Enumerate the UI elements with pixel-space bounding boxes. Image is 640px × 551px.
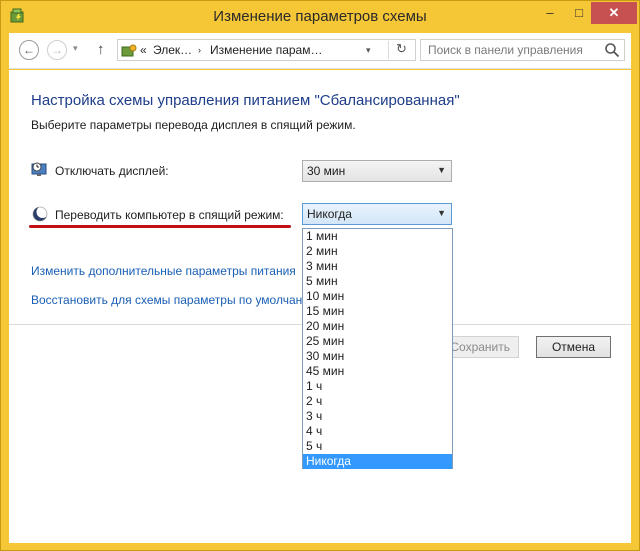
sleep-label: Переводить компьютер в спящий режим: <box>55 208 284 222</box>
navigation-bar: ← → ▾ ↑ « Элек… › Изменение парам… ▾ ↻ П… <box>9 33 631 69</box>
page-title: Настройка схемы управления питанием "Сба… <box>31 92 460 109</box>
chevron-down-icon: ▼ <box>437 208 446 218</box>
sleep-option[interactable]: 30 мин <box>303 349 452 364</box>
monitor-clock-icon <box>31 162 47 176</box>
sleep-option[interactable]: 5 мин <box>303 274 452 289</box>
back-button[interactable]: ← <box>19 40 39 60</box>
minimize-button[interactable]: – <box>535 2 565 24</box>
chevron-down-icon: ▼ <box>437 165 446 175</box>
sleep-options-list[interactable]: 1 мин 2 мин 3 мин 5 мин 10 мин 15 мин 20 мин 25… <box>302 228 453 469</box>
restore-defaults-link[interactable]: Восстановить для схемы параметры по умол… <box>31 293 318 307</box>
breadcrumb-item-current[interactable]: Изменение парам… <box>210 43 322 57</box>
display-off-select[interactable]: 30 мин ▼ <box>302 160 452 182</box>
search-icon[interactable] <box>604 42 620 58</box>
sleep-option[interactable]: 2 мин <box>303 244 452 259</box>
address-bar[interactable]: « Элек… › Изменение парам… ▾ ↻ <box>117 39 416 61</box>
sleep-option[interactable]: 4 ч <box>303 424 452 439</box>
highlight-underline <box>29 225 291 228</box>
sleep-value: Никогда <box>307 207 352 221</box>
sleep-option[interactable]: 10 мин <box>303 289 452 304</box>
sleep-option[interactable]: Никогда <box>303 454 452 469</box>
breadcrumb-overflow[interactable]: « <box>140 43 147 57</box>
display-off-label: Отключать дисплей: <box>55 164 169 178</box>
display-off-value: 30 мин <box>307 164 346 178</box>
search-input[interactable]: Поиск в панели управления <box>428 43 583 57</box>
sleep-option[interactable]: 15 мин <box>303 304 452 319</box>
sleep-option[interactable]: 3 мин <box>303 259 452 274</box>
forward-button[interactable]: → <box>47 40 67 60</box>
sleep-select[interactable]: Никогда ▼ <box>302 203 452 225</box>
cancel-button[interactable]: Отмена <box>536 336 611 358</box>
moon-icon <box>32 206 49 222</box>
recent-pages-dropdown[interactable]: ▾ <box>73 43 78 54</box>
advanced-power-settings-link[interactable]: Изменить дополнительные параметры питани… <box>31 264 296 278</box>
address-dropdown-icon[interactable]: ▾ <box>366 45 371 56</box>
maximize-button[interactable]: □ <box>564 2 594 24</box>
search-box[interactable]: Поиск в панели управления <box>420 39 625 61</box>
up-button[interactable]: ↑ <box>97 41 105 58</box>
breadcrumb-separator: › <box>198 45 201 55</box>
refresh-button[interactable]: ↻ <box>388 41 414 59</box>
window: Изменение параметров схемы – □ ✕ ← → ▾ ↑… <box>0 0 640 551</box>
sleep-option[interactable]: 45 мин <box>303 364 452 379</box>
sleep-option[interactable]: 3 ч <box>303 409 452 424</box>
sleep-option[interactable]: 1 мин <box>303 229 452 244</box>
close-button[interactable]: ✕ <box>591 2 637 24</box>
sleep-option[interactable]: 5 ч <box>303 439 452 454</box>
sleep-option[interactable]: 25 мин <box>303 334 452 349</box>
sleep-option[interactable]: 1 ч <box>303 379 452 394</box>
page-subtitle: Выберите параметры перевода дисплея в сп… <box>31 118 356 132</box>
breadcrumb-item-electro[interactable]: Элек… <box>153 43 192 57</box>
control-panel-icon <box>121 44 137 57</box>
sleep-option[interactable]: 20 мин <box>303 319 452 334</box>
title-bar[interactable]: Изменение параметров схемы – □ ✕ <box>1 1 639 33</box>
sleep-option[interactable]: 2 ч <box>303 394 452 409</box>
